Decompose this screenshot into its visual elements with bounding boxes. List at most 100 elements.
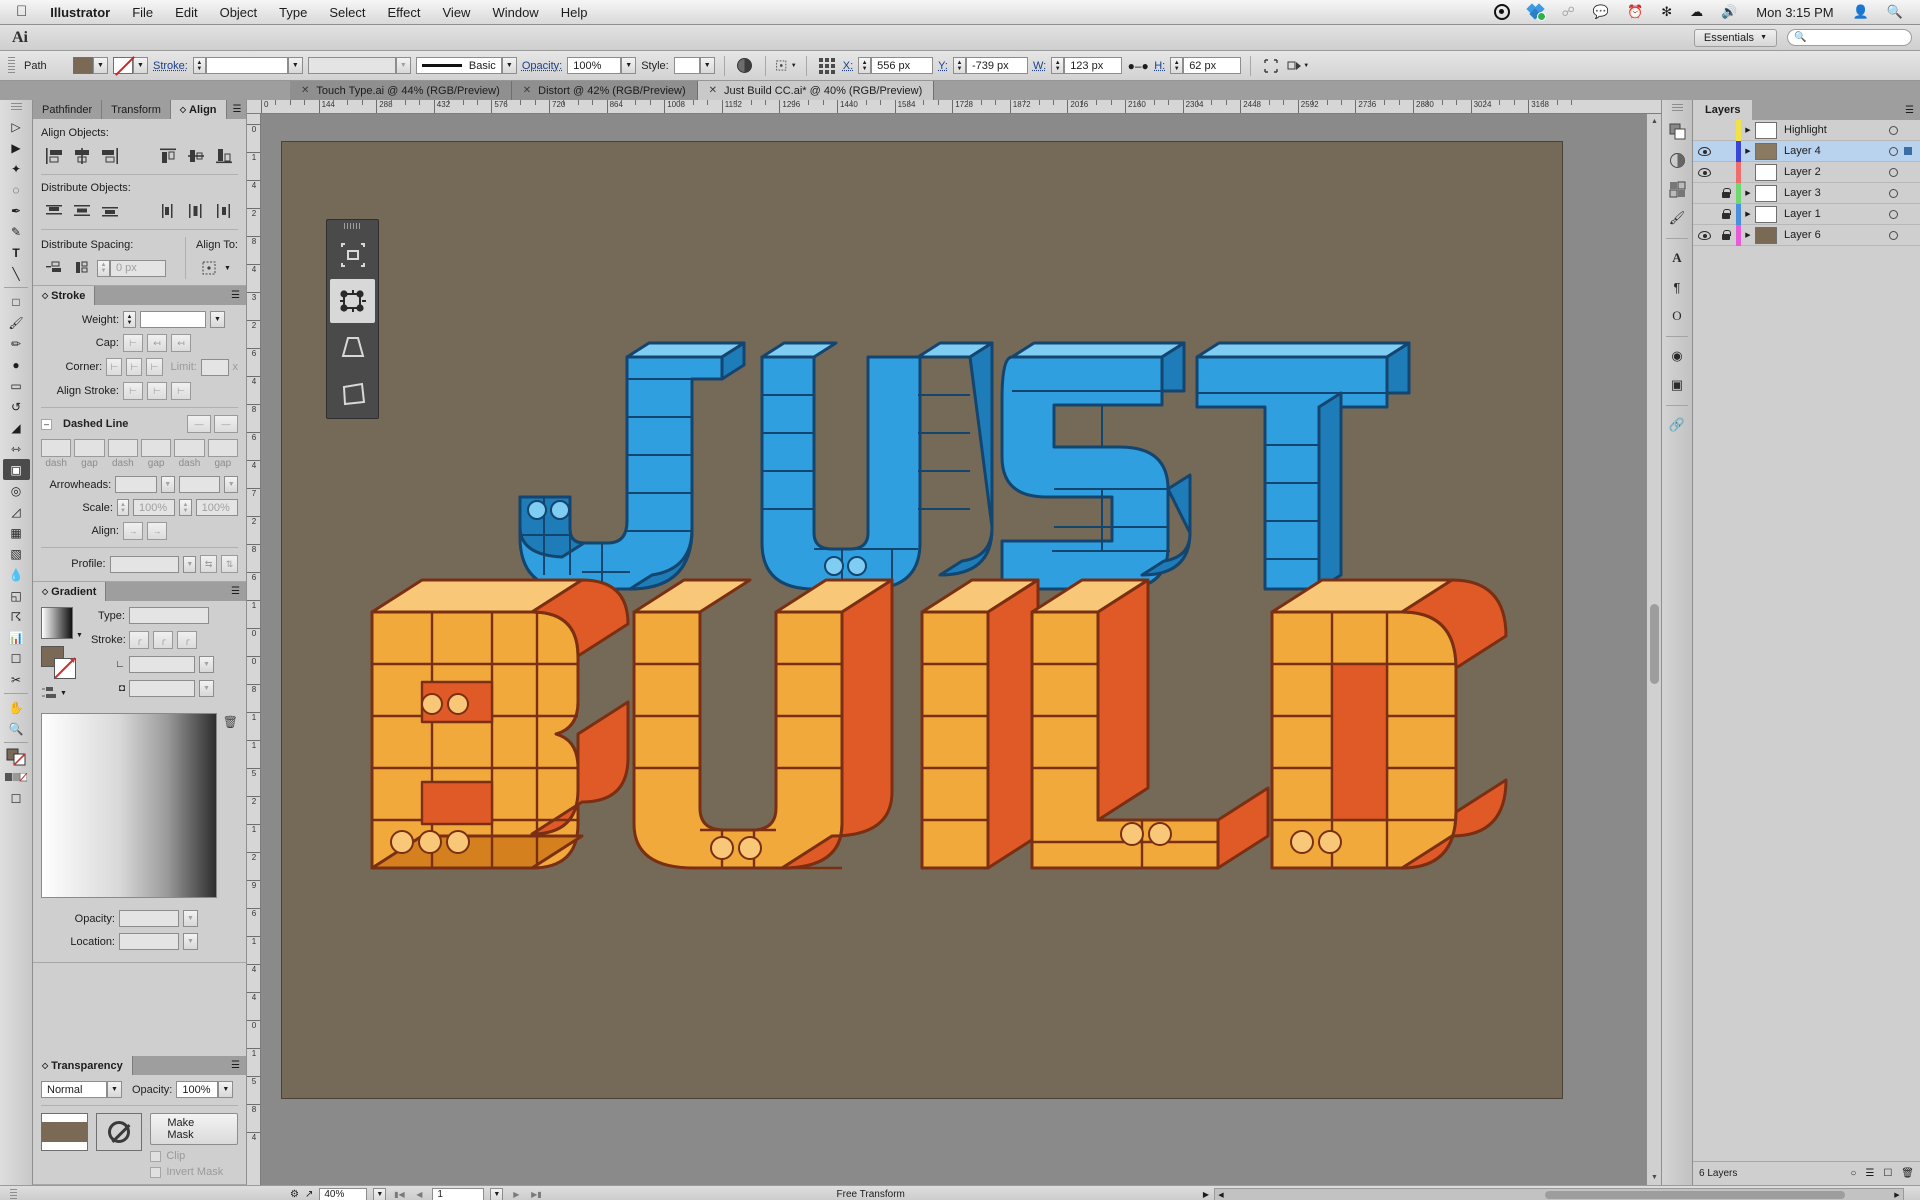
search-input[interactable]: 🔍 — [1787, 29, 1912, 46]
screen-mode-button[interactable]: ☐ — [3, 788, 30, 809]
table-row[interactable]: ▶ Layer 3 — [1693, 182, 1920, 204]
menu-item-type[interactable]: Type — [268, 5, 318, 20]
tool-add-anchor[interactable]: ✎ — [3, 221, 30, 242]
next-artboard-icon[interactable]: ▶ — [509, 1190, 523, 1199]
blend-mode-value[interactable]: Normal — [41, 1081, 107, 1098]
tool-selection[interactable]: ▷ — [3, 116, 30, 137]
layer-lock-toggle[interactable] — [1715, 209, 1736, 219]
layer-target-circle[interactable] — [1882, 209, 1904, 219]
layer-name[interactable]: Layer 3 — [1784, 187, 1882, 199]
dash-preserve-icon[interactable]: — — [187, 415, 211, 433]
y-position-control[interactable]: ▲ ▼ -739 px — [952, 57, 1028, 74]
width-control[interactable]: ▲ ▼ 123 px — [1051, 57, 1123, 74]
align-top-icon[interactable] — [155, 145, 181, 167]
distribute-vertical-space-icon[interactable] — [41, 257, 67, 279]
close-icon[interactable]: ✕ — [709, 85, 717, 96]
layer-expand-icon[interactable]: ▶ — [1741, 210, 1755, 218]
variable-width-dropdown-icon[interactable]: ▼ — [395, 57, 411, 74]
brush-dropdown-icon[interactable]: ▼ — [501, 57, 517, 74]
tool-gradient[interactable]: ▧ — [3, 543, 30, 564]
artwork-lego-typography[interactable] — [282, 142, 1564, 1100]
h-input[interactable]: 62 px — [1183, 57, 1242, 74]
tool-hand[interactable]: ✋ — [3, 697, 30, 718]
gradient-location-input[interactable] — [119, 933, 179, 950]
close-icon[interactable]: ✕ — [301, 85, 309, 96]
tab-pathfinder[interactable]: Pathfinder — [33, 100, 103, 119]
distribute-top-icon[interactable] — [41, 200, 67, 222]
tab-transform[interactable]: Transform — [102, 100, 171, 119]
make-clipping-mask-icon[interactable]: ○ — [1850, 1168, 1856, 1179]
airplay-icon[interactable]: ✻ — [1652, 4, 1681, 20]
stroke-weight-stepper[interactable]: ▲ ▼ — [192, 57, 206, 74]
layer-target-circle[interactable] — [1882, 125, 1904, 135]
free-transform-widget[interactable] — [326, 219, 379, 419]
layer-visibility-toggle[interactable] — [1693, 146, 1715, 156]
x-label[interactable]: X: — [843, 60, 853, 72]
links-icon[interactable]: 🔗 — [1664, 412, 1690, 438]
dash-align-icon[interactable]: — — [214, 415, 238, 433]
share-icon[interactable]: ↗ — [305, 1189, 313, 1200]
distribute-vertical-center-icon[interactable] — [69, 200, 95, 222]
gradient-angle-dropdown-icon[interactable]: ▼ — [198, 656, 214, 673]
tool-blob-brush[interactable]: ● — [3, 354, 30, 375]
opacity-input[interactable]: 100% — [567, 57, 622, 74]
arrowhead-end-input[interactable] — [178, 476, 221, 493]
zoom-level-input[interactable]: 40% — [319, 1187, 368, 1200]
create-sublayer-icon[interactable]: ☰ — [1865, 1168, 1874, 1179]
limit-input[interactable] — [200, 358, 229, 376]
constrain-icon[interactable] — [330, 233, 375, 277]
volume-icon[interactable]: 🔊 — [1712, 4, 1746, 20]
tab-gradient[interactable]: ◇ Gradient — [33, 582, 107, 601]
opacity-label[interactable]: Opacity: — [522, 60, 562, 72]
workspace-switcher[interactable]: Essentials ▼ — [1693, 28, 1777, 47]
extend-arrow-tip-icon[interactable]: → — [123, 522, 143, 540]
weight-stepper[interactable]: ▲ ▼ — [123, 311, 136, 328]
gradient-aspect-input[interactable] — [128, 680, 195, 697]
messages-icon[interactable]: 💬 — [1584, 4, 1618, 20]
tool-lasso[interactable]: ◌ — [3, 179, 30, 200]
stroke-panel-menu-icon[interactable]: ☰ — [225, 286, 246, 305]
right-dock-grip[interactable] — [1671, 104, 1683, 113]
horizontal-scroll-thumb[interactable] — [1545, 1190, 1845, 1199]
dash-input-2[interactable] — [107, 439, 138, 457]
align-left-icon[interactable] — [41, 145, 67, 167]
opacity-dropdown-icon[interactable]: ▼ — [621, 57, 637, 74]
round-join-icon[interactable]: ⊢ — [126, 358, 143, 376]
tool-scale[interactable]: ◢ — [3, 417, 30, 438]
spacing-stepper[interactable]: ▲ ▼ — [97, 259, 110, 277]
recolor-artwork-icon[interactable] — [734, 56, 756, 76]
profile-dropdown-icon[interactable]: ▼ — [183, 555, 197, 573]
character-icon[interactable]: A — [1664, 245, 1690, 271]
stroke-weight-control[interactable]: ▲ ▼ ▼ — [192, 57, 303, 74]
gradient-opacity-dropdown-icon[interactable]: ▼ — [183, 910, 198, 927]
tool-line-segment[interactable]: ╲ — [3, 263, 30, 284]
tool-zoom[interactable]: 🔍 — [3, 718, 30, 739]
tool-direct-selection[interactable]: ▶ — [3, 137, 30, 158]
reference-point-selector[interactable] — [816, 56, 838, 76]
close-icon[interactable]: ✕ — [523, 85, 531, 96]
x-stepper[interactable]: ▲ ▼ — [858, 57, 872, 74]
gradient-angle-input[interactable] — [128, 656, 195, 673]
first-artboard-icon[interactable]: ▮◀ — [392, 1190, 406, 1199]
transform-each-icon[interactable]: ▼ — [1287, 56, 1309, 76]
free-distort-icon[interactable] — [330, 371, 375, 415]
menu-item-window[interactable]: Window — [481, 5, 549, 20]
tool-paintbrush[interactable]: 🖌 — [3, 312, 30, 333]
scale-stepper-2[interactable]: ▲ ▼ — [179, 499, 192, 516]
layer-lock-toggle[interactable] — [1715, 188, 1736, 198]
tool-artboard[interactable]: ☐ — [3, 648, 30, 669]
table-row[interactable]: Layer 2 — [1693, 161, 1920, 183]
scale-input-1[interactable]: 100% — [133, 499, 176, 516]
layer-target-circle[interactable] — [1882, 167, 1904, 177]
layer-name[interactable]: Layer 6 — [1784, 229, 1882, 241]
timemachine-icon[interactable]: ⏰ — [1618, 4, 1652, 20]
vertical-ruler[interactable]: 0142843264864728610081152129614401584 — [247, 114, 261, 1185]
layer-name[interactable]: Layer 1 — [1784, 208, 1882, 220]
transparency-opacity-dropdown-icon[interactable]: ▼ — [218, 1081, 234, 1098]
align-to-selection-icon[interactable] — [196, 257, 222, 279]
spacing-input[interactable]: 0 px — [110, 259, 166, 277]
tool-perspective-grid[interactable]: ◿ — [3, 501, 30, 522]
stroke-weight-dropdown-icon[interactable]: ▼ — [287, 57, 303, 74]
align-bottom-icon[interactable] — [211, 145, 237, 167]
butt-cap-icon[interactable]: ⊢ — [123, 334, 143, 352]
